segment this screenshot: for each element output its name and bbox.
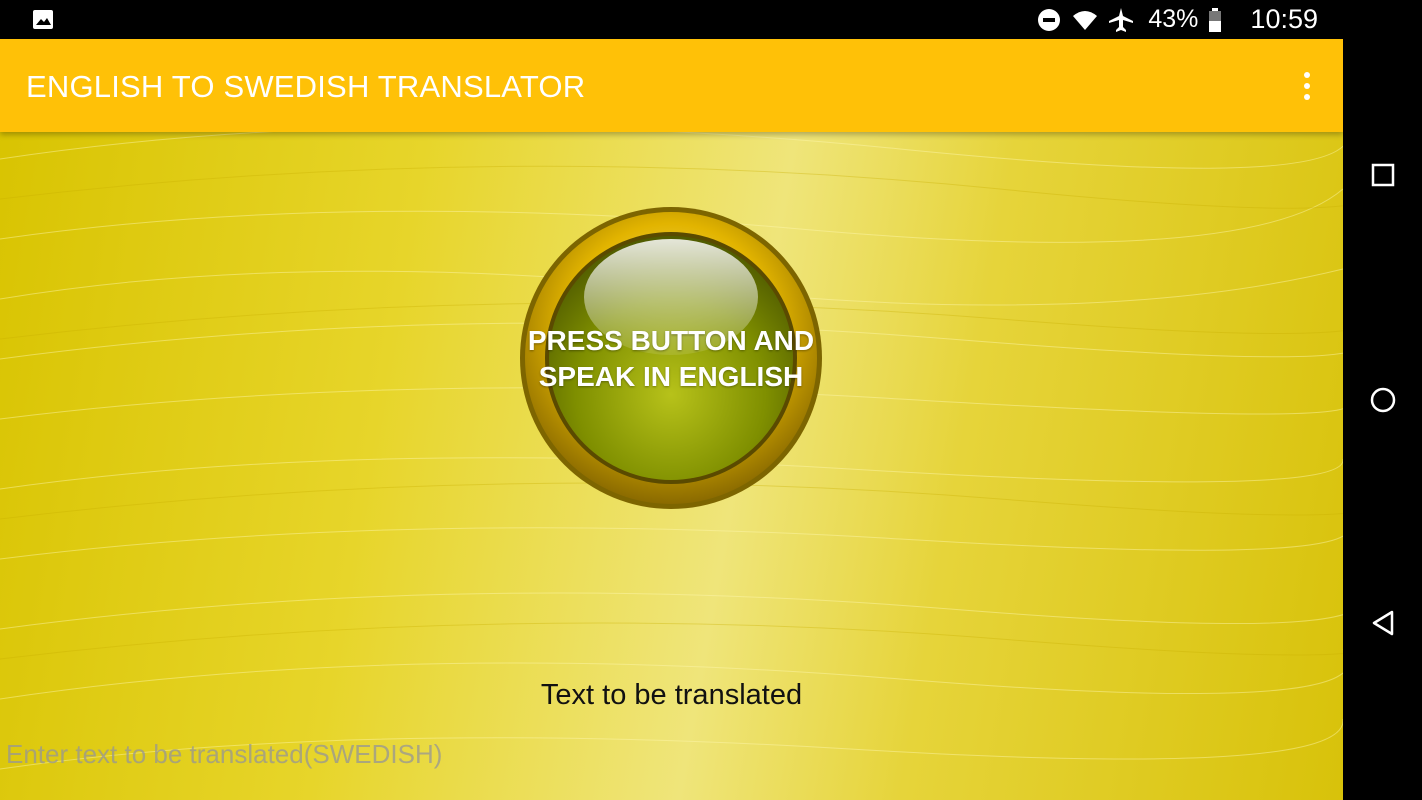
- app-title: ENGLISH TO SWEDISH TRANSLATOR: [26, 69, 586, 104]
- wifi-icon: [1073, 10, 1098, 30]
- app-toolbar: ENGLISH TO SWEDISH TRANSLATOR: [0, 39, 1343, 132]
- app-content: ENGLISH TO SWEDISH TRANSLATOR PRESS BUTT…: [0, 39, 1343, 800]
- text-to-translate-label: Text to be translated: [540, 679, 803, 711]
- back-icon[interactable]: [1367, 607, 1399, 639]
- battery-percent: 43%: [1148, 5, 1199, 33]
- home-icon[interactable]: [1367, 384, 1399, 416]
- speak-button-label: PRESS BUTTON AND SPEAK IN ENGLISH: [527, 325, 815, 392]
- status-bar: 43% 10:59: [0, 0, 1422, 39]
- do-not-disturb-icon: [1038, 8, 1061, 31]
- image-icon: [33, 10, 53, 29]
- recents-icon[interactable]: [1367, 159, 1399, 191]
- clock: 10:59: [1250, 4, 1318, 34]
- battery-icon: [1209, 7, 1222, 32]
- translate-input[interactable]: [4, 735, 908, 773]
- status-icons: 43% 10:59: [1036, 0, 1318, 39]
- navigation-bar: [1343, 39, 1422, 800]
- more-vert-icon[interactable]: [1299, 69, 1315, 101]
- airplane-icon: [1109, 7, 1134, 32]
- speak-button[interactable]: PRESS BUTTON AND SPEAK IN ENGLISH: [518, 205, 824, 511]
